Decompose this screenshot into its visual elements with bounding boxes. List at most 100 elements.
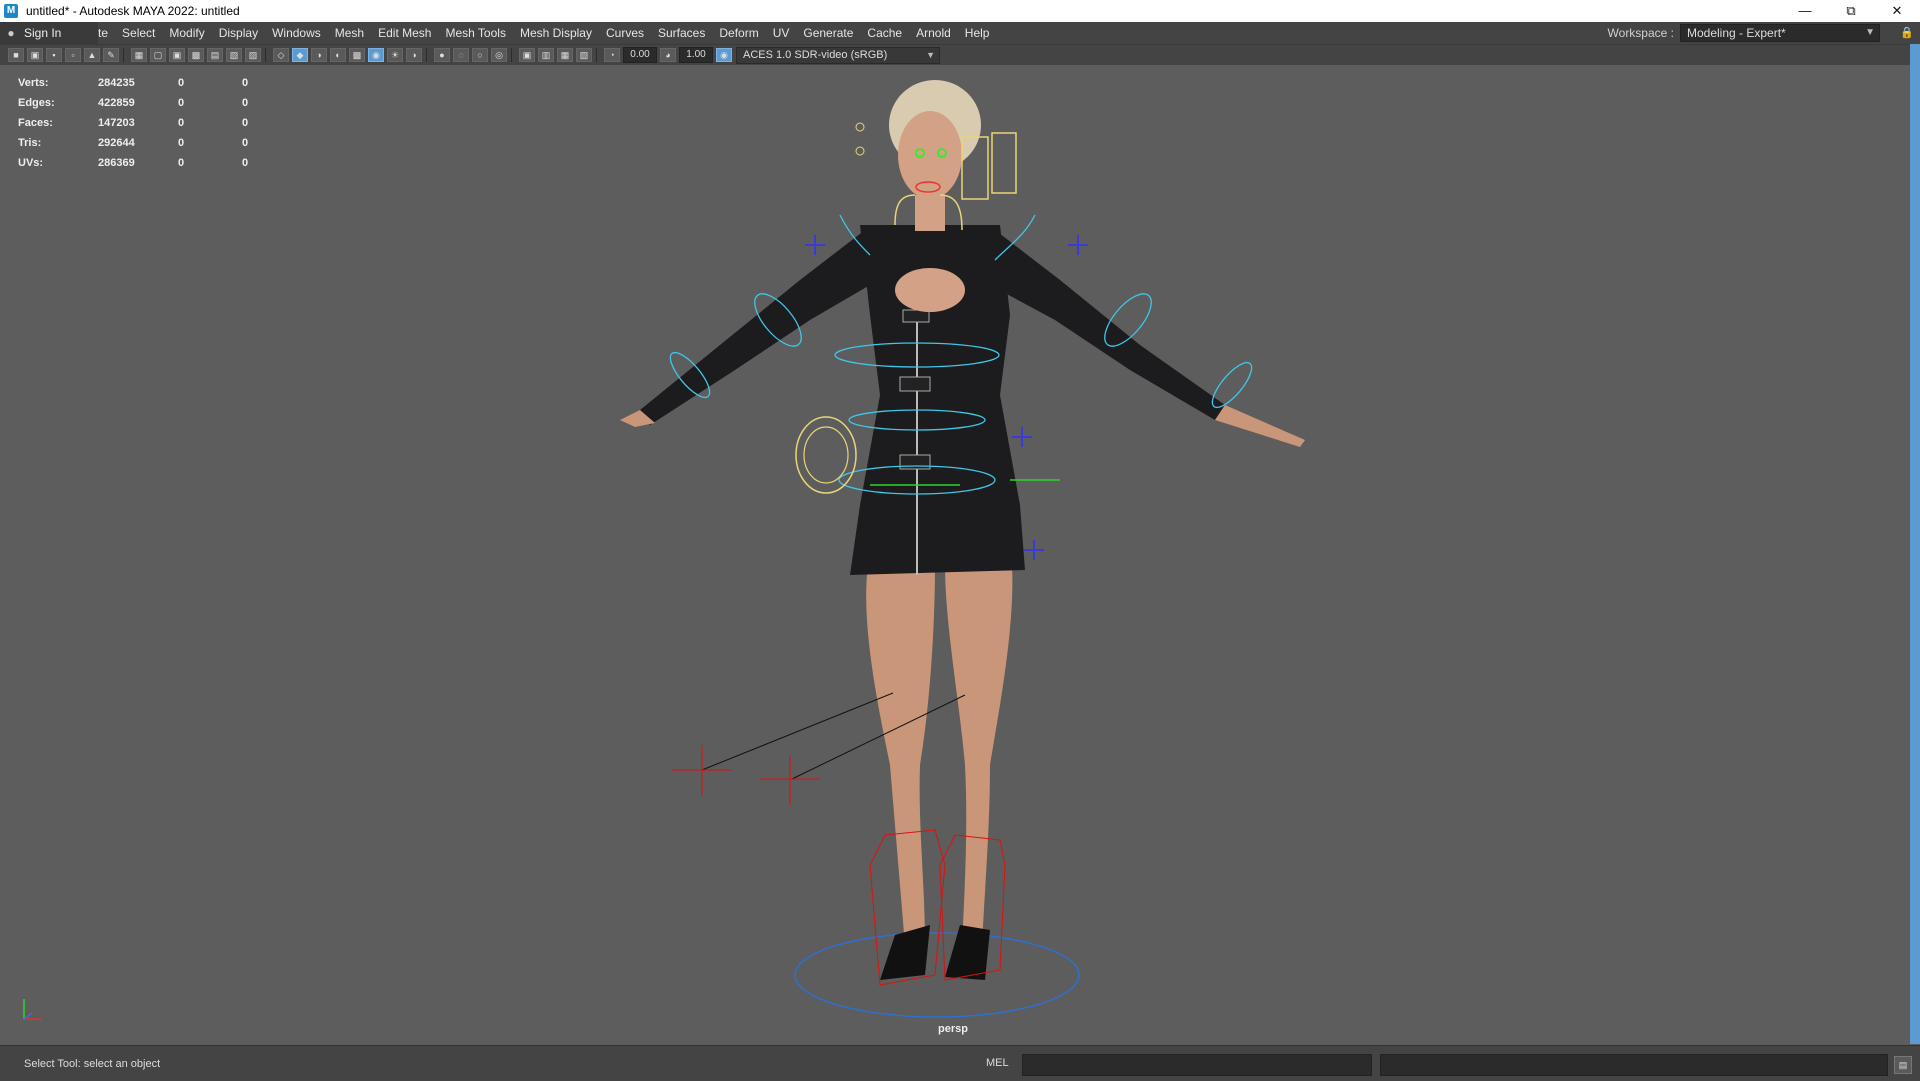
select-camera-icon[interactable]: ■ xyxy=(8,48,24,62)
backface-culling-icon[interactable]: ▧ xyxy=(576,48,592,62)
menu-mesh-tools[interactable]: Mesh Tools xyxy=(438,26,512,40)
command-result-field xyxy=(1380,1054,1888,1076)
safe-title-icon[interactable]: ▨ xyxy=(245,48,261,62)
menu-select[interactable]: Select xyxy=(115,26,162,40)
sign-in-button[interactable]: ● Sign In xyxy=(0,22,98,44)
restore-button[interactable]: ⧉ xyxy=(1828,0,1874,22)
menu-help[interactable]: Help xyxy=(958,26,997,40)
maya-icon: M xyxy=(4,4,18,18)
eye-target-control[interactable] xyxy=(855,122,865,132)
menu-deform[interactable]: Deform xyxy=(712,26,765,40)
title-bar: M untitled* - Autodesk MAYA 2022: untitl… xyxy=(0,0,1920,22)
buckle-2 xyxy=(899,376,931,392)
anti-aliasing-icon[interactable]: ○ xyxy=(472,48,488,62)
workspace-value: Modeling - Expert* xyxy=(1687,26,1786,40)
root-control-circle[interactable] xyxy=(794,932,1080,1018)
camera-attributes-icon[interactable]: ▣ xyxy=(27,48,43,62)
use-all-lights-icon[interactable]: ☀ xyxy=(387,48,403,62)
pelvis-control[interactable] xyxy=(795,416,857,494)
workspace-label: Workspace : xyxy=(1607,26,1674,40)
character-leg-right[interactable] xyxy=(945,565,1013,945)
chevron-down-icon: ▼ xyxy=(1865,27,1875,38)
eye-target-control-2[interactable] xyxy=(855,146,865,156)
character-scene[interactable] xyxy=(0,65,1910,1045)
gate-mask-icon[interactable]: ▩ xyxy=(188,48,204,62)
xray-joints-icon[interactable]: ▥ xyxy=(538,48,554,62)
gamma-icon[interactable]: ◕ xyxy=(660,48,676,62)
menu-display[interactable]: Display xyxy=(212,26,265,40)
textured-icon[interactable]: ▩ xyxy=(349,48,365,62)
character-face[interactable] xyxy=(898,111,962,199)
axis-gizmo-icon xyxy=(23,999,42,1020)
pelvis-control-2[interactable] xyxy=(803,426,849,484)
xray-icon[interactable]: ◉ xyxy=(368,48,384,62)
user-icon: ● xyxy=(7,26,15,40)
close-button[interactable]: ✕ xyxy=(1874,0,1920,22)
pole-vector-3 xyxy=(1012,427,1032,447)
buckle-1 xyxy=(902,309,930,323)
main-menus: te Select Modify Display Windows Mesh Ed… xyxy=(98,22,996,44)
minimize-button[interactable]: — xyxy=(1782,0,1828,22)
window-title: untitled* - Autodesk MAYA 2022: untitled xyxy=(26,4,240,18)
menu-modify[interactable]: Modify xyxy=(162,26,211,40)
knee-target-right xyxy=(760,755,820,805)
gamma-field[interactable]: 1.00 xyxy=(679,47,713,63)
film-gate-icon[interactable]: ▢ xyxy=(150,48,166,62)
grid-icon[interactable]: ▦ xyxy=(131,48,147,62)
xray-active-components-icon[interactable]: ▦ xyxy=(557,48,573,62)
menu-uv[interactable]: UV xyxy=(766,26,797,40)
status-bar: Select Tool: select an object MEL ▤ xyxy=(0,1045,1920,1081)
screen-space-ao-icon[interactable]: ● xyxy=(434,48,450,62)
character-shoe-left[interactable] xyxy=(880,925,930,980)
active-panel-border xyxy=(1910,44,1920,1044)
default-material-icon[interactable]: ◑ xyxy=(311,48,327,62)
chevron-down-icon: ▼ xyxy=(926,49,935,60)
menu-curves[interactable]: Curves xyxy=(599,26,651,40)
depth-of-field-icon[interactable]: ◎ xyxy=(491,48,507,62)
wireframe-on-shaded-icon[interactable]: ◐ xyxy=(330,48,346,62)
image-plane-icon[interactable]: ▫ xyxy=(65,48,81,62)
menu-edit-mesh[interactable]: Edit Mesh xyxy=(371,26,438,40)
color-management-icon[interactable]: ◉ xyxy=(716,48,732,62)
resolution-gate-icon[interactable]: ▣ xyxy=(169,48,185,62)
field-chart-icon[interactable]: ▤ xyxy=(207,48,223,62)
lock-icon[interactable]: 🔒 xyxy=(1900,26,1914,39)
script-editor-icon[interactable]: ▤ xyxy=(1894,1056,1912,1074)
character-leg-left[interactable] xyxy=(866,565,935,945)
wireframe-icon[interactable]: ◇ xyxy=(273,48,289,62)
isolate-select-icon[interactable]: ▣ xyxy=(519,48,535,62)
command-line-input[interactable] xyxy=(1022,1054,1372,1076)
color-management-dropdown[interactable]: ACES 1.0 SDR-video (sRGB) ▼ xyxy=(736,46,940,64)
motion-blur-icon[interactable]: ◌ xyxy=(453,48,469,62)
exposure-icon[interactable]: ◔ xyxy=(604,48,620,62)
menu-mesh[interactable]: Mesh xyxy=(328,26,371,40)
help-line: Select Tool: select an object xyxy=(24,1058,161,1070)
menu-generate[interactable]: Generate xyxy=(796,26,860,40)
script-language-toggle[interactable]: MEL xyxy=(986,1057,1009,1069)
character-arm-left[interactable] xyxy=(640,230,870,425)
chest-cutout xyxy=(895,268,965,312)
pole-vector-4 xyxy=(1024,540,1044,560)
menu-cache[interactable]: Cache xyxy=(860,26,909,40)
menu-windows[interactable]: Windows xyxy=(265,26,328,40)
bookmark-icon[interactable]: ▪ xyxy=(46,48,62,62)
exposure-field[interactable]: 0.00 xyxy=(623,47,657,63)
menu-partial[interactable]: te xyxy=(98,26,115,40)
face-panel-controls-2[interactable] xyxy=(991,132,1017,194)
panel-toolbar: ■ ▣ ▪ ▫ ▲ ✎ ▦ ▢ ▣ ▩ ▤ ▧ ▨ ◇ ◆ ◑ ◐ ▩ ◉ ☀ … xyxy=(0,44,1920,66)
buckle-3 xyxy=(899,454,931,470)
workspace-dropdown[interactable]: Modeling - Expert* ▼ xyxy=(1680,24,1880,42)
color-management-value: ACES 1.0 SDR-video (sRGB) xyxy=(743,48,888,61)
character-neck[interactable] xyxy=(915,195,945,231)
menu-arnold[interactable]: Arnold xyxy=(909,26,958,40)
viewport-persp[interactable]: Verts: 284235 0 0 Edges: 422859 0 0 Face… xyxy=(0,65,1910,1045)
grease-pencil-icon[interactable]: ✎ xyxy=(103,48,119,62)
smooth-shade-icon[interactable]: ◆ xyxy=(292,48,308,62)
menu-mesh-display[interactable]: Mesh Display xyxy=(513,26,599,40)
menu-surfaces[interactable]: Surfaces xyxy=(651,26,712,40)
2d-pan-zoom-icon[interactable]: ▲ xyxy=(84,48,100,62)
character-hand-right[interactable] xyxy=(1215,405,1305,447)
shadows-icon[interactable]: ◑ xyxy=(406,48,422,62)
safe-action-icon[interactable]: ▧ xyxy=(226,48,242,62)
pole-vector-1 xyxy=(805,235,825,255)
